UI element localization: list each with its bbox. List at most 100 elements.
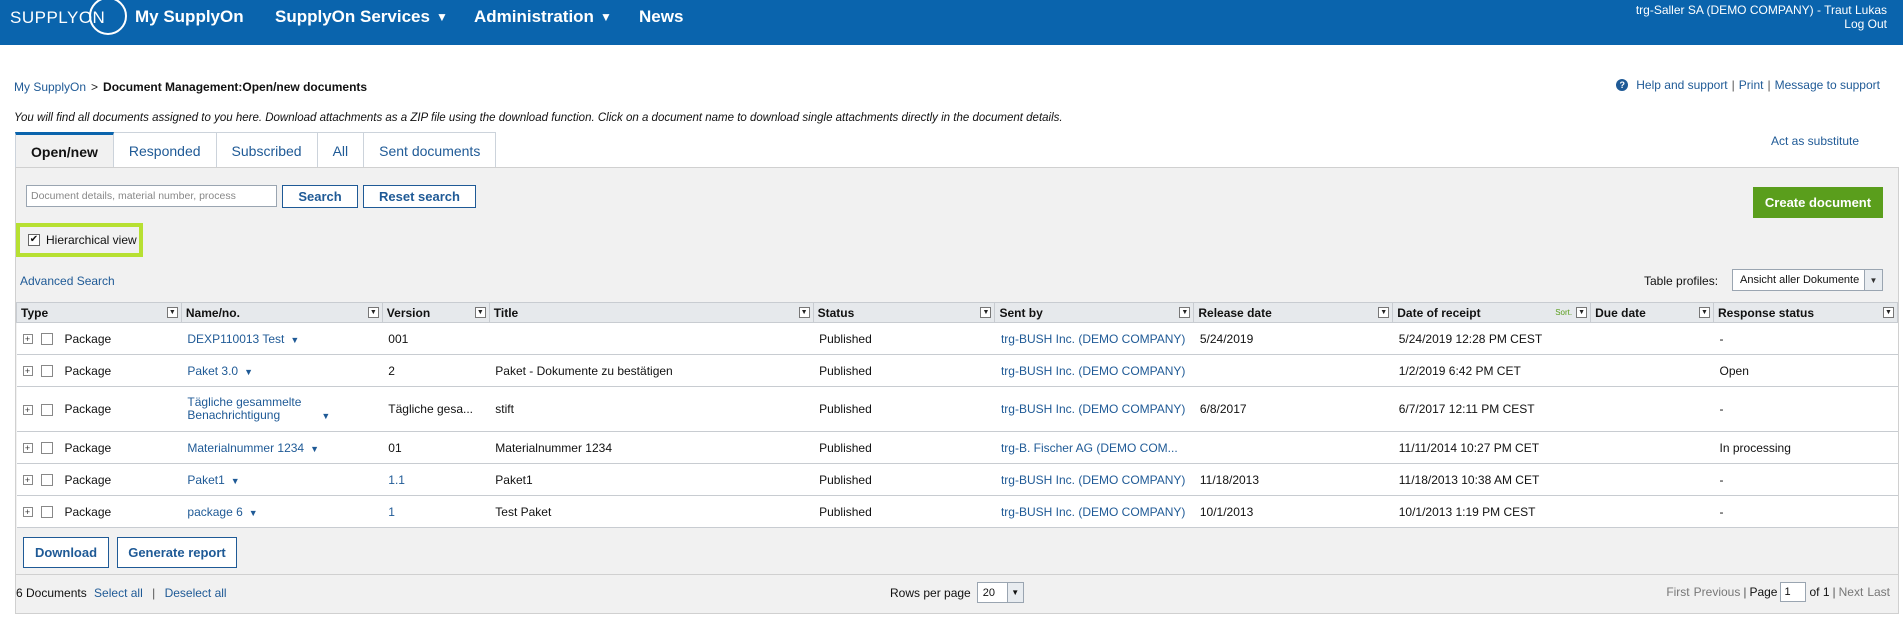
cell-status: Published <box>813 431 995 464</box>
table-profiles-select[interactable]: Ansicht aller Dokumente ▼ <box>1732 269 1883 291</box>
caret-down-icon[interactable]: ▼ <box>231 476 240 486</box>
column-header-date-of-receipt[interactable]: Date of receipt Sort. ▼ <box>1392 302 1592 323</box>
column-menu-icon[interactable]: ▼ <box>1883 307 1894 318</box>
caret-down-icon[interactable]: ▼ <box>290 335 299 345</box>
column-header-name[interactable]: Name/no. ▼ <box>180 302 383 323</box>
cell-type: + Package <box>16 495 182 528</box>
page-number-input[interactable]: 1 <box>1780 582 1807 602</box>
table-row[interactable]: + Package Materialnummer 1234 ▼ 01 Materia… <box>16 431 1898 464</box>
caret-down-icon[interactable]: ▼ <box>310 444 319 454</box>
row-checkbox[interactable] <box>40 365 53 378</box>
expand-plus-icon[interactable]: + <box>22 475 33 486</box>
column-menu-icon[interactable]: ▼ <box>1378 307 1390 318</box>
tab-subscribed[interactable]: Subscribed <box>216 132 318 168</box>
act-as-substitute-link[interactable]: Act as substitute <box>1771 134 1859 148</box>
column-header-response-status[interactable]: Response status ▼ <box>1713 302 1898 323</box>
column-menu-icon[interactable]: ▼ <box>367 307 379 318</box>
expand-plus-icon[interactable]: + <box>22 404 33 415</box>
expand-plus-icon[interactable]: + <box>22 443 33 454</box>
document-name-link[interactable]: package 6 <box>187 505 242 519</box>
select-all-link[interactable]: Select all <box>94 586 143 600</box>
next-page-link[interactable]: Next <box>1839 585 1864 599</box>
version-link[interactable]: 1 <box>388 505 395 519</box>
expand-plus-icon[interactable]: + <box>22 334 33 345</box>
document-name-link[interactable]: Paket 3.0 <box>187 364 238 378</box>
document-count: 6 Documents <box>16 586 87 600</box>
rows-per-page-select[interactable]: 20 ▼ <box>976 582 1024 603</box>
document-name-link[interactable]: DEXP110013 Test <box>187 332 284 346</box>
download-button[interactable]: Download <box>23 537 109 568</box>
table-row[interactable]: + Package Tägliche gesammelte Benachricht… <box>16 386 1898 432</box>
nav-supplyon-services[interactable]: SupplyOn Services ▼ <box>275 0 448 34</box>
caret-down-icon[interactable]: ▼ <box>249 508 258 518</box>
nav-news[interactable]: News <box>639 0 683 34</box>
first-page-link[interactable]: First <box>1666 585 1689 599</box>
column-menu-icon[interactable]: ▼ <box>1699 307 1711 318</box>
row-checkbox[interactable] <box>40 403 53 416</box>
column-header-release-date[interactable]: Release date ▼ <box>1193 302 1394 323</box>
column-label: Release date <box>1198 305 1272 320</box>
column-header-status[interactable]: Status ▼ <box>812 302 996 323</box>
document-name-link[interactable]: Materialnummer 1234 <box>187 441 304 455</box>
column-menu-icon[interactable]: ▼ <box>798 307 810 318</box>
nav-my-supplyon[interactable]: My SupplyOn <box>135 0 244 34</box>
column-menu-icon[interactable]: ▼ <box>1576 307 1588 318</box>
sender-link[interactable]: trg-B. Fischer AG (DEMO COM... <box>1001 441 1178 455</box>
table-row[interactable]: + Package DEXP110013 Test ▼ 001 Published … <box>16 322 1898 355</box>
sender-link[interactable]: trg-BUSH Inc. (DEMO COMPANY) <box>1001 505 1185 519</box>
supplyon-logo[interactable]: SUPPLYON <box>10 0 128 36</box>
column-header-version[interactable]: Version ▼ <box>381 302 490 323</box>
column-header-type[interactable]: Type ▼ <box>16 302 182 323</box>
column-header-due-date[interactable]: Due date ▼ <box>1590 302 1715 323</box>
print-link[interactable]: Print <box>1739 78 1764 92</box>
tab-all[interactable]: All <box>317 132 365 168</box>
table-row[interactable]: + Package Paket 3.0 ▼ 2 Paket - Dokumente … <box>16 354 1898 387</box>
message-support-link[interactable]: Message to support <box>1775 78 1880 92</box>
sender-link[interactable]: trg-BUSH Inc. (DEMO COMPANY) <box>1001 332 1185 346</box>
expand-plus-icon[interactable]: + <box>22 366 33 377</box>
column-menu-icon[interactable]: ▼ <box>980 307 992 318</box>
column-header-title[interactable]: Title ▼ <box>488 302 814 323</box>
table-row[interactable]: + Package package 6 ▼ 1 Test Paket Publish… <box>16 495 1898 528</box>
expand-plus-icon[interactable]: + <box>22 507 33 518</box>
column-header-sent-by[interactable]: Sent by ▼ <box>994 302 1195 323</box>
version-link[interactable]: 1.1 <box>388 473 405 487</box>
row-checkbox[interactable] <box>40 506 53 519</box>
advanced-search-link[interactable]: Advanced Search <box>20 274 115 288</box>
nav-administration[interactable]: Administration ▼ <box>474 0 612 34</box>
tab-responded[interactable]: Responded <box>113 132 217 168</box>
search-button[interactable]: Search <box>282 185 358 208</box>
deselect-all-link[interactable]: Deselect all <box>165 586 227 600</box>
row-checkbox[interactable] <box>40 333 53 346</box>
sender-link[interactable]: trg-BUSH Inc. (DEMO COMPANY) <box>1001 402 1185 416</box>
caret-down-icon[interactable]: ▼ <box>244 367 253 377</box>
cell-release-date <box>1193 431 1393 464</box>
logout-link[interactable]: Log Out <box>1844 17 1887 31</box>
tab-sent-documents[interactable]: Sent documents <box>364 132 497 168</box>
document-name-link[interactable]: Paket1 <box>187 473 224 487</box>
breadcrumb-root-link[interactable]: My SupplyOn <box>14 80 86 94</box>
reset-search-button[interactable]: Reset search <box>363 185 476 208</box>
row-checkbox[interactable] <box>40 442 53 455</box>
tab-open-new[interactable]: Open/new <box>15 132 114 169</box>
sender-link[interactable]: trg-BUSH Inc. (DEMO COMPANY) <box>1001 364 1185 378</box>
help-link[interactable]: Help and support <box>1636 78 1727 92</box>
checkbox-checked-icon[interactable]: ✔ <box>28 234 40 246</box>
document-name-link[interactable]: Tägliche gesammelte Benachrichtigung <box>187 396 315 422</box>
last-page-link[interactable]: Last <box>1867 585 1890 599</box>
hierarchical-view-toggle[interactable]: ✔ Hierarchical view <box>16 223 143 257</box>
cell-name: DEXP110013 Test ▼ <box>181 322 383 355</box>
row-checkbox[interactable] <box>40 474 53 487</box>
caret-down-icon[interactable]: ▼ <box>321 411 330 421</box>
table-row[interactable]: + Package Paket1 ▼ 1.1 Paket1 Published tr… <box>16 463 1898 496</box>
create-document-button[interactable]: Create document <box>1753 187 1883 218</box>
search-input[interactable] <box>26 185 277 207</box>
cell-title: Paket - Dokumente zu bestätigen <box>489 354 814 387</box>
column-menu-icon[interactable]: ▼ <box>474 307 486 318</box>
chevron-down-icon: ▼ <box>1006 583 1023 602</box>
generate-report-button[interactable]: Generate report <box>117 537 237 568</box>
previous-page-link[interactable]: Previous <box>1694 585 1741 599</box>
column-menu-icon[interactable]: ▼ <box>1179 307 1191 318</box>
sender-link[interactable]: trg-BUSH Inc. (DEMO COMPANY) <box>1001 473 1185 487</box>
column-menu-icon[interactable]: ▼ <box>166 307 178 318</box>
